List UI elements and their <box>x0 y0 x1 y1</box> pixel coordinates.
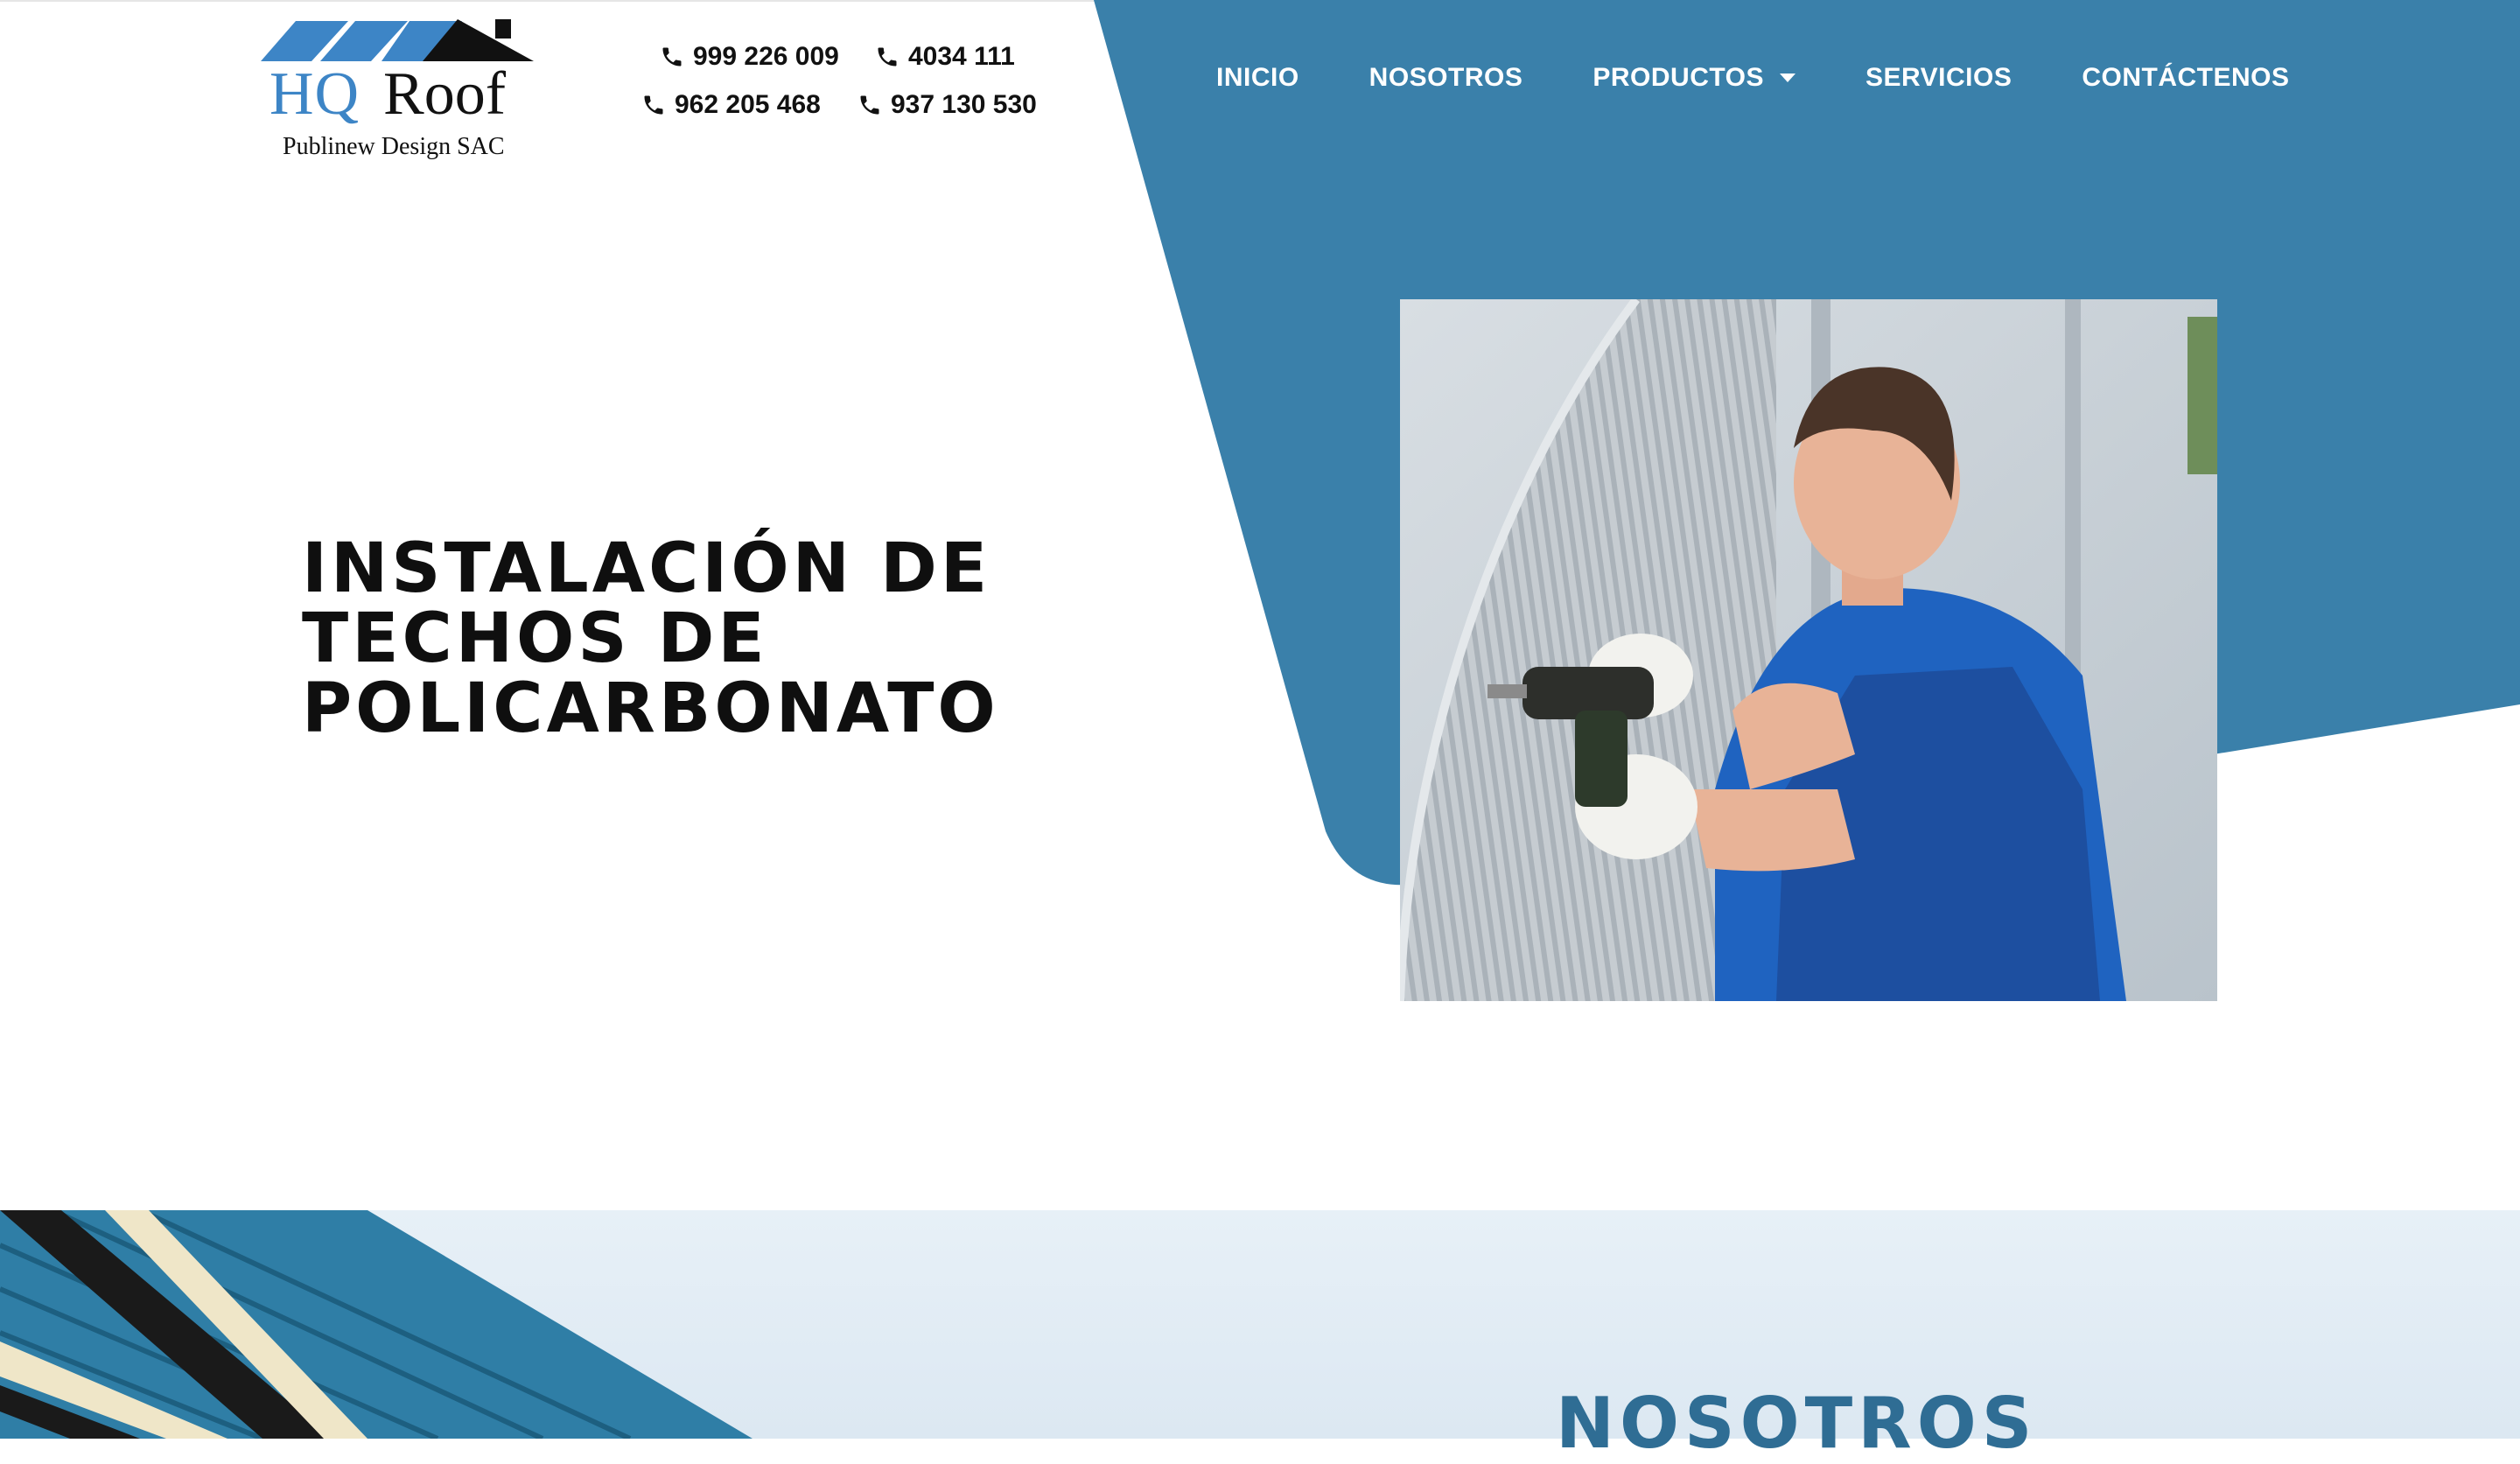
section-title-nosotros: NOSOTROS <box>1556 1383 2038 1464</box>
logo-tagline: Publinew Design SAC <box>283 133 505 160</box>
logo-hq-text: HQ <box>270 60 360 128</box>
main-nav: INICIO NOSOTROS PRODUCTOS SERVICIOS CONT… <box>1216 63 2290 93</box>
nosotros-section <box>0 1210 2520 1439</box>
phone-icon <box>644 95 663 115</box>
chevron-down-icon <box>1780 74 1796 82</box>
phone-icon <box>662 47 682 67</box>
nav-item-productos[interactable]: PRODUCTOS <box>1592 63 1796 93</box>
phone-link-1[interactable]: 999 226 009 <box>660 42 839 72</box>
phone-number: 4034 111 <box>908 42 1015 71</box>
hero-title-line: INSTALACIÓN DE <box>302 529 991 608</box>
hero-worker-photo <box>1400 299 2217 1001</box>
phone-link-3[interactable]: 962 205 468 <box>641 90 821 120</box>
nav-label: CONTÁCTENOS <box>2082 63 2290 92</box>
phone-number: 962 205 468 <box>675 90 821 119</box>
nav-item-contactenos[interactable]: CONTÁCTENOS <box>2082 63 2289 93</box>
hero-title-line: TECHOS DE <box>302 599 768 678</box>
phone-link-2[interactable]: 4034 111 <box>875 42 1015 72</box>
nav-label: INICIO <box>1216 63 1299 92</box>
hero-title-line: POLICARBONATO <box>302 669 999 748</box>
nav-item-servicios[interactable]: SERVICIOS <box>1866 63 2012 93</box>
nav-label: SERVICIOS <box>1866 63 2012 92</box>
nav-label: NOSOTROS <box>1368 63 1523 92</box>
phone-number: 937 130 530 <box>891 90 1037 119</box>
logo-roof-text: Roof <box>383 60 506 128</box>
nav-label: PRODUCTOS <box>1592 63 1764 92</box>
roof-beams-photo <box>0 1210 752 1439</box>
hq-roof-logo[interactable]: HQ Roof Publinew Design SAC <box>261 16 541 160</box>
phone-icon <box>878 47 897 67</box>
hero-title: INSTALACIÓN DE TECHOS DE POLICARBONATO <box>302 534 1002 744</box>
phone-link-4[interactable]: 937 130 530 <box>858 90 1037 120</box>
nav-item-inicio[interactable]: INICIO <box>1216 63 1299 93</box>
nav-item-nosotros[interactable]: NOSOTROS <box>1369 63 1523 93</box>
phone-number: 999 226 009 <box>693 42 839 71</box>
phone-icon <box>860 95 879 115</box>
